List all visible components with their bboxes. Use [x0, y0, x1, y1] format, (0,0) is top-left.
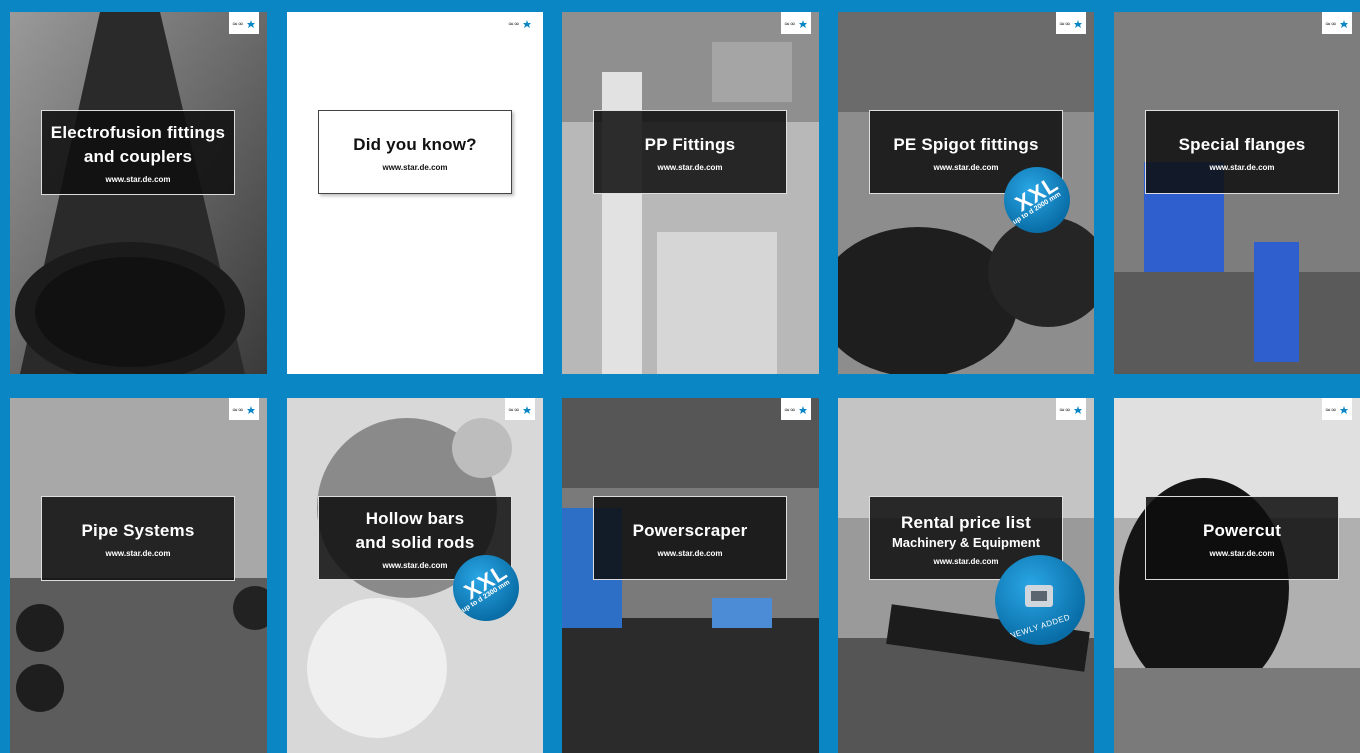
catalog-card-electrofusion[interactable]: ≈∞ Electrofusion fittings and couplers w… [10, 12, 267, 374]
svg-text:≈∞: ≈∞ [1059, 20, 1071, 28]
svg-text:≈∞: ≈∞ [508, 406, 520, 414]
svg-text:≈∞: ≈∞ [232, 20, 244, 28]
star-logo-icon: ≈∞ [781, 398, 811, 420]
card-title: Powerscraper [632, 520, 748, 540]
catalog-card-pe-spigot[interactable]: ≈∞ PE Spigot fittings www.star.de.com XX… [838, 12, 1094, 374]
card-title-box: Electrofusion fittings and couplers www.… [41, 110, 235, 195]
card-title-box: Did you know? www.star.de.com [318, 110, 512, 194]
svg-text:≈∞: ≈∞ [1325, 20, 1337, 28]
card-url[interactable]: www.star.de.com [382, 561, 447, 570]
card-title-box: Pipe Systems www.star.de.com [41, 496, 235, 581]
star-logo-icon: ≈∞ [229, 12, 259, 34]
star-logo-icon: ≈∞ [1056, 398, 1086, 420]
svg-text:≈∞: ≈∞ [1059, 406, 1071, 414]
card-url[interactable]: www.star.de.com [657, 163, 722, 172]
star-logo-icon: ≈∞ [1322, 12, 1352, 34]
card-url[interactable]: www.star.de.com [933, 557, 998, 566]
card-title-box: Powercut www.star.de.com [1145, 496, 1339, 580]
card-subtitle: Machinery & Equipment [891, 534, 1041, 550]
card-title-box: PP Fittings www.star.de.com [593, 110, 787, 194]
xxl-badge: XXL up to d 2000 mm [1004, 167, 1070, 233]
card-url[interactable]: www.star.de.com [105, 549, 170, 558]
star-logo-icon: ≈∞ [781, 12, 811, 34]
catalog-card-powerscraper[interactable]: ≈∞ Powerscraper www.star.de.com [562, 398, 819, 753]
card-url[interactable]: www.star.de.com [933, 163, 998, 172]
catalog-card-powercut[interactable]: ≈∞ Powercut www.star.de.com [1114, 398, 1360, 753]
star-logo-icon: ≈∞ [505, 12, 535, 34]
card-url[interactable]: www.star.de.com [1209, 163, 1274, 172]
star-logo-icon: ≈∞ [505, 398, 535, 420]
star-logo-icon: ≈∞ [1322, 398, 1352, 420]
catalog-card-pp-fittings[interactable]: ≈∞ PP Fittings www.star.de.com [562, 12, 819, 374]
svg-text:≈∞: ≈∞ [784, 20, 796, 28]
card-url[interactable]: www.star.de.com [382, 163, 447, 172]
svg-text:≈∞: ≈∞ [1325, 406, 1337, 414]
svg-text:≈∞: ≈∞ [508, 20, 520, 28]
xxl-badge: XXL up to d 2300 mm [453, 555, 519, 621]
card-url[interactable]: www.star.de.com [1209, 549, 1274, 558]
card-title: Special flanges [1178, 134, 1306, 154]
card-title: Pipe Systems [81, 521, 195, 540]
card-url[interactable]: www.star.de.com [657, 549, 722, 558]
card-title: Rental price list [901, 512, 1031, 532]
catalog-card-hollow-bars[interactable]: ≈∞ Hollow bars and solid rods www.star.d… [287, 398, 543, 753]
catalog-card-pipe-systems[interactable]: ≈∞ Pipe Systems www.star.de.com [10, 398, 267, 753]
card-title-box: Powerscraper www.star.de.com [593, 496, 787, 580]
svg-text:≈∞: ≈∞ [784, 406, 796, 414]
card-title: Powercut [1202, 520, 1282, 540]
card-title: PP Fittings [644, 134, 736, 154]
card-title: Did you know? [353, 134, 477, 154]
star-logo-icon: ≈∞ [1056, 12, 1086, 34]
card-title: Hollow bars and solid rods [355, 508, 475, 552]
card-url[interactable]: www.star.de.com [105, 175, 170, 184]
catalog-card-did-you-know[interactable]: ≈∞ Did you know? www.star.de.com [287, 12, 543, 374]
catalog-card-special-flanges[interactable]: ≈∞ Special flanges www.star.de.com [1114, 12, 1360, 374]
card-title: PE Spigot fittings [893, 134, 1039, 154]
card-title: Electrofusion fittings and couplers [50, 123, 226, 166]
newly-added-badge: NEWLY ADDED [995, 555, 1085, 645]
svg-text:≈∞: ≈∞ [232, 406, 244, 414]
catalog-card-rental-price-list[interactable]: ≈∞ Rental price list Machinery & Equipme… [838, 398, 1094, 753]
star-logo-icon: ≈∞ [229, 398, 259, 420]
card-title-box: Special flanges www.star.de.com [1145, 110, 1339, 194]
